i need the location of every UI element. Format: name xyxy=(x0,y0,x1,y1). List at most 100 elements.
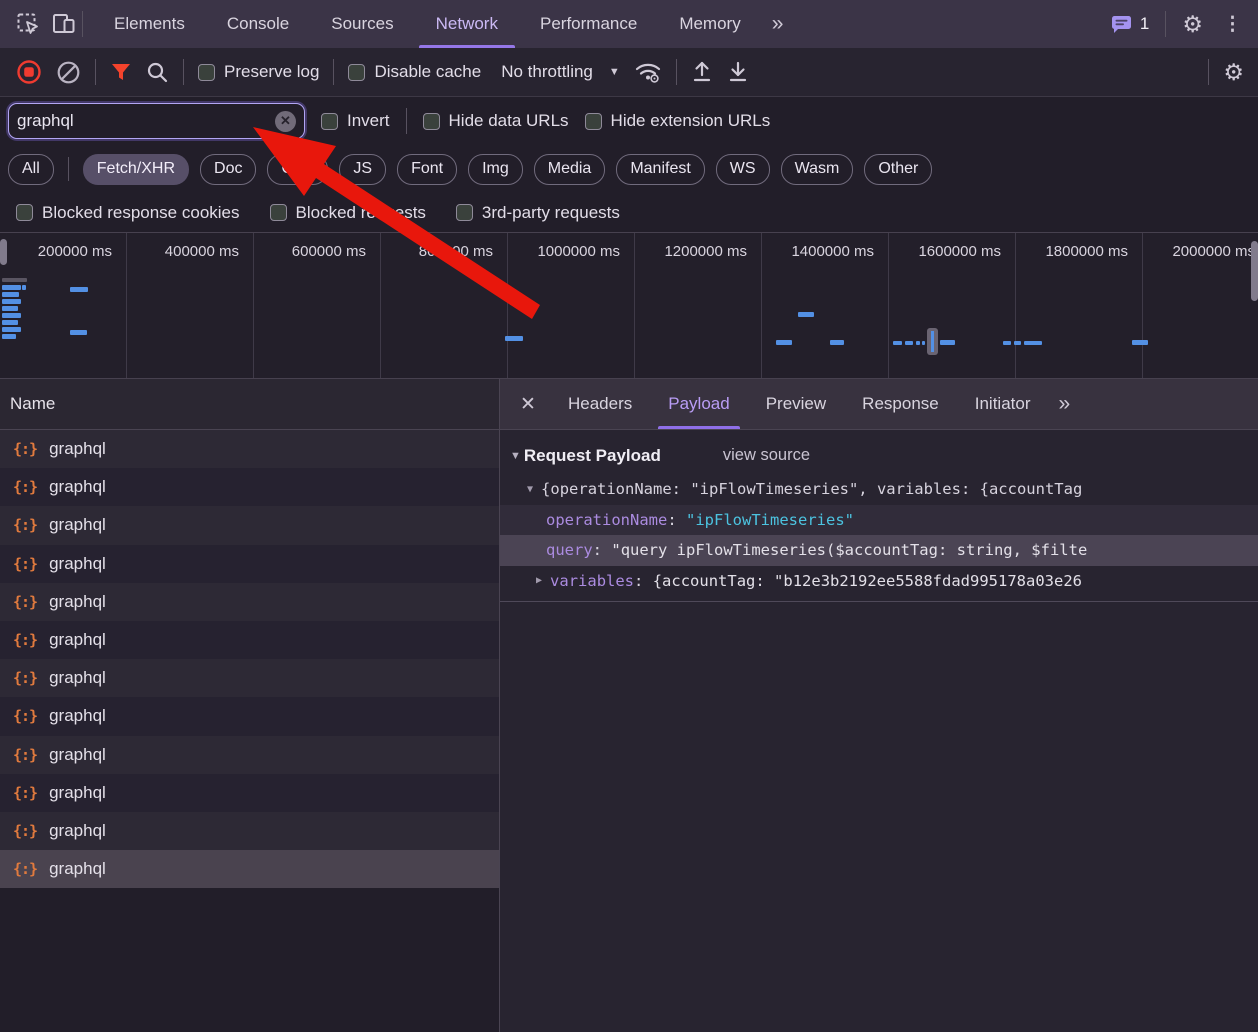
request-list: {:}graphql{:}graphql{:}graphql{:}graphql… xyxy=(0,430,499,888)
timeline-right-handle[interactable] xyxy=(1251,241,1258,301)
timeline-request-bar xyxy=(2,313,21,318)
filter-chip-fetch-xhr[interactable]: Fetch/XHR xyxy=(83,154,189,185)
checkbox xyxy=(456,204,473,221)
throttling-select[interactable]: No throttling ▼ xyxy=(501,62,620,82)
details-panel: ✕ Headers Payload Preview Response Initi… xyxy=(500,379,1258,1032)
tab-sources[interactable]: Sources xyxy=(310,0,414,48)
import-har-icon[interactable] xyxy=(691,60,713,84)
request-row[interactable]: {:}graphql xyxy=(0,697,499,735)
filter-chip-manifest[interactable]: Manifest xyxy=(616,154,704,185)
request-row[interactable]: {:}graphql xyxy=(0,850,499,888)
request-name: graphql xyxy=(49,477,106,497)
checkbox xyxy=(423,113,440,130)
preserve-log-checkbox[interactable]: Preserve log xyxy=(198,62,319,82)
filter-chip-font[interactable]: Font xyxy=(397,154,457,185)
request-row[interactable]: {:}graphql xyxy=(0,621,499,659)
tab-headers[interactable]: Headers xyxy=(550,379,650,429)
filter-chip-all[interactable]: All xyxy=(8,154,54,185)
timeline-tick: 600000 ms xyxy=(254,233,381,378)
issues-counter[interactable]: 1 xyxy=(1110,14,1149,35)
network-conditions-icon[interactable] xyxy=(634,60,662,84)
filter-funnel-icon[interactable] xyxy=(110,61,132,83)
request-name: graphql xyxy=(49,706,106,726)
payload-root-row[interactable]: ▼ {operationName: "ipFlowTimeseries", va… xyxy=(500,474,1258,505)
third-party-requests-checkbox[interactable]: 3rd-party requests xyxy=(456,203,620,223)
settings-gear-icon[interactable]: ⚙ xyxy=(1182,13,1203,36)
inspect-element-icon[interactable] xyxy=(10,0,46,48)
filter-input[interactable] xyxy=(17,111,275,131)
request-row[interactable]: {:}graphql xyxy=(0,812,499,850)
timeline-request-bar xyxy=(505,336,523,341)
timeline-request-bar xyxy=(1014,341,1021,345)
chevron-down-icon: ▼ xyxy=(609,66,620,78)
details-tabbar: ✕ Headers Payload Preview Response Initi… xyxy=(500,379,1258,430)
divider xyxy=(676,59,677,85)
view-source-link[interactable]: view source xyxy=(723,446,810,465)
payload-row-variables[interactable]: ▶ variables: {accountTag: "b12e3b2192ee5… xyxy=(500,566,1258,597)
tab-console[interactable]: Console xyxy=(206,0,310,48)
device-toolbar-icon[interactable] xyxy=(46,0,82,48)
request-name: graphql xyxy=(49,439,106,459)
more-details-tabs-icon[interactable]: » xyxy=(1048,392,1078,416)
hide-data-urls-checkbox[interactable]: Hide data URLs xyxy=(423,111,569,131)
filter-chip-wasm[interactable]: Wasm xyxy=(781,154,854,185)
hide-extension-urls-checkbox[interactable]: Hide extension URLs xyxy=(585,111,771,131)
divider xyxy=(1165,11,1166,37)
tab-payload[interactable]: Payload xyxy=(650,379,747,429)
request-row[interactable]: {:} graphql xyxy=(0,430,499,468)
request-row[interactable]: {:}graphql xyxy=(0,583,499,621)
payload-row-query[interactable]: query: "query ipFlowTimeseries($accountT… xyxy=(500,535,1258,566)
timeline-request-bar xyxy=(922,341,925,345)
json-icon: {:} xyxy=(13,516,37,534)
network-overview-timeline[interactable]: 200000 ms400000 ms600000 ms800000 ms1000… xyxy=(0,232,1258,379)
tab-performance[interactable]: Performance xyxy=(519,0,658,48)
request-row[interactable]: {:}graphql xyxy=(0,736,499,774)
export-har-icon[interactable] xyxy=(727,60,749,84)
filter-chip-doc[interactable]: Doc xyxy=(200,154,256,185)
tab-memory[interactable]: Memory xyxy=(658,0,761,48)
payload-row-operationname[interactable]: operationName: "ipFlowTimeseries" xyxy=(500,505,1258,536)
record-icon[interactable] xyxy=(16,59,42,85)
search-icon[interactable] xyxy=(146,61,169,84)
filter-chip-img[interactable]: Img xyxy=(468,154,523,185)
disable-cache-checkbox[interactable]: Disable cache xyxy=(348,62,481,82)
tab-elements[interactable]: Elements xyxy=(93,0,206,48)
filter-chip-js[interactable]: JS xyxy=(339,154,386,185)
request-row[interactable]: {:}graphql xyxy=(0,774,499,812)
request-payload-header[interactable]: ▼ Request Payload view source xyxy=(500,437,1258,474)
divider xyxy=(95,59,96,85)
blocked-response-cookies-checkbox[interactable]: Blocked response cookies xyxy=(16,203,240,223)
more-tabs-icon[interactable]: » xyxy=(762,12,792,36)
filter-chip-css[interactable]: CSS xyxy=(267,154,328,185)
divider xyxy=(68,157,69,181)
network-settings-gear-icon[interactable]: ⚙ xyxy=(1223,61,1244,84)
chevron-down-icon: ▼ xyxy=(527,484,533,495)
filter-chip-media[interactable]: Media xyxy=(534,154,606,185)
filter-chip-other[interactable]: Other xyxy=(864,154,932,185)
tab-response[interactable]: Response xyxy=(844,379,957,429)
close-icon[interactable]: ✕ xyxy=(506,393,550,416)
request-row[interactable]: {:}graphql xyxy=(0,659,499,697)
request-row[interactable]: {:}graphql xyxy=(0,468,499,506)
tab-preview[interactable]: Preview xyxy=(748,379,844,429)
tab-network[interactable]: Network xyxy=(415,0,519,48)
request-row[interactable]: {:}graphql xyxy=(0,506,499,544)
timeline-left-handle[interactable] xyxy=(0,239,7,265)
blocked-requests-checkbox[interactable]: Blocked requests xyxy=(270,203,426,223)
filter-chip-ws[interactable]: WS xyxy=(716,154,770,185)
devtools-tabbar: Elements Console Sources Network Perform… xyxy=(0,0,1258,48)
json-icon: {:} xyxy=(13,746,37,764)
timeline-request-bar xyxy=(1024,341,1042,345)
chevron-down-icon: ▼ xyxy=(510,450,521,462)
invert-checkbox[interactable]: Invert xyxy=(321,111,390,131)
request-row[interactable]: {:}graphql xyxy=(0,545,499,583)
timeline-tick: 400000 ms xyxy=(127,233,254,378)
timeline-tick: 1400000 ms xyxy=(762,233,889,378)
kebab-menu-icon[interactable]: ⋮ xyxy=(1219,13,1246,36)
tab-initiator[interactable]: Initiator xyxy=(957,379,1049,429)
blocked-filters-row: Blocked response cookies Blocked request… xyxy=(0,193,1258,232)
clear-network-log-icon[interactable] xyxy=(56,60,81,85)
name-column-header[interactable]: Name xyxy=(0,379,499,430)
clear-filter-icon[interactable]: ✕ xyxy=(275,111,296,132)
json-icon: {:} xyxy=(13,440,37,458)
